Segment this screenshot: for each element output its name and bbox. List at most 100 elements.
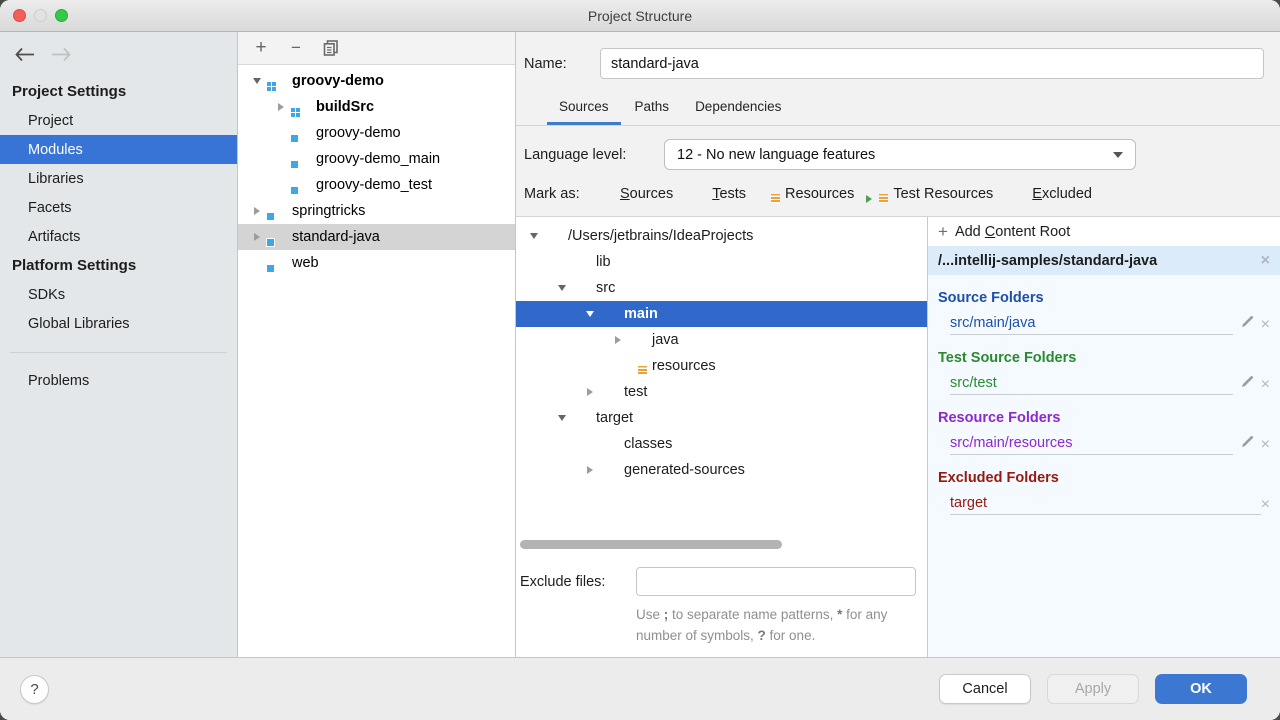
- ok-button[interactable]: OK: [1155, 674, 1247, 704]
- excluded-folder-icon: [572, 411, 589, 425]
- collapse-arrow-icon[interactable]: [552, 415, 572, 421]
- back-arrow-icon[interactable]: [14, 47, 36, 68]
- tree-row-target[interactable]: target: [516, 405, 927, 431]
- test-source-folder-row[interactable]: src/test: [950, 370, 1270, 395]
- excluded-folders-group: Excluded Folders target: [928, 466, 1280, 515]
- sidebar-item-facets[interactable]: Facets: [0, 193, 237, 222]
- tab-sources[interactable]: Sources: [546, 92, 622, 125]
- module-row-groovy-demo-main[interactable]: groovy-demo_main: [238, 146, 515, 172]
- mark-as-excluded[interactable]: Excluded: [1008, 186, 1092, 202]
- module-folder-icon: [267, 256, 285, 272]
- module-row-groovy-demo[interactable]: groovy-demo: [238, 120, 515, 146]
- apply-button: Apply: [1047, 674, 1139, 704]
- module-row-groovy-demo-test[interactable]: groovy-demo_test: [238, 172, 515, 198]
- cancel-button[interactable]: Cancel: [939, 674, 1031, 704]
- collapse-arrow-icon[interactable]: [552, 285, 572, 291]
- module-row-groovy-demo-root[interactable]: groovy-demo: [238, 68, 515, 94]
- excluded-folder-icon: [600, 463, 617, 477]
- excluded-folders-header: Excluded Folders: [938, 469, 1059, 486]
- resource-folder-row[interactable]: src/main/resources: [950, 430, 1270, 455]
- mark-as-test-resources[interactable]: Test Resources: [866, 186, 993, 203]
- tree-row-src[interactable]: src: [516, 275, 927, 301]
- minus-icon[interactable]: [288, 40, 304, 56]
- module-folder-icon: [291, 126, 309, 142]
- sidebar-item-problems[interactable]: Problems: [0, 366, 237, 395]
- forward-arrow-icon: [50, 47, 72, 68]
- settings-sidebar: Project Settings Project Modules Librari…: [0, 32, 238, 657]
- collapse-arrow-icon[interactable]: [580, 311, 600, 317]
- exclude-files-input[interactable]: [636, 567, 916, 597]
- folder-icon: [572, 281, 589, 295]
- add-content-root-button[interactable]: Add Content Root: [928, 217, 1280, 246]
- sidebar-item-modules[interactable]: Modules: [0, 135, 237, 164]
- expand-arrow-icon[interactable]: [246, 207, 268, 215]
- folder-icon: [600, 307, 617, 321]
- sidebar-item-sdks[interactable]: SDKs: [0, 280, 237, 309]
- remove-folder-icon[interactable]: [1261, 377, 1270, 393]
- content-root-row[interactable]: /...intellij-samples/standard-java: [928, 246, 1280, 275]
- module-name-input[interactable]: [600, 48, 1264, 79]
- folder-icon: [572, 255, 589, 269]
- sidebar-item-libraries[interactable]: Libraries: [0, 164, 237, 193]
- chevron-down-icon: [1113, 151, 1123, 158]
- sidebar-item-project[interactable]: Project: [0, 106, 237, 135]
- module-row-web[interactable]: web: [238, 250, 515, 276]
- tree-row-resources[interactable]: resources: [516, 353, 927, 379]
- help-button[interactable]: ?: [20, 674, 49, 704]
- tree-row-classes[interactable]: classes: [516, 431, 927, 457]
- expand-arrow-icon[interactable]: [580, 466, 600, 474]
- mark-as-tests[interactable]: Tests: [688, 186, 746, 202]
- module-row-standard-java[interactable]: standard-java: [238, 224, 515, 250]
- exclude-files-hint: Use ; to separate name patterns, * for a…: [636, 607, 888, 644]
- source-folder-row[interactable]: src/main/java: [950, 310, 1270, 335]
- remove-folder-icon[interactable]: [1261, 497, 1270, 513]
- copy-icon[interactable]: [323, 40, 339, 56]
- mark-as-resources[interactable]: Resources: [761, 186, 854, 203]
- edit-pencil-icon[interactable]: [1241, 315, 1254, 332]
- remove-folder-icon[interactable]: [1261, 437, 1270, 453]
- remove-folder-icon[interactable]: [1261, 317, 1270, 333]
- module-row-buildsrc[interactable]: buildSrc: [238, 94, 515, 120]
- module-row-springtricks[interactable]: springtricks: [238, 198, 515, 224]
- tab-paths[interactable]: Paths: [622, 92, 683, 125]
- expand-arrow-icon[interactable]: [246, 233, 268, 241]
- test-folder-icon: [600, 385, 617, 399]
- collapse-arrow-icon[interactable]: [524, 233, 544, 239]
- content-tree-panel: /Users/jetbrains/IdeaProjects lib src ma…: [516, 217, 928, 657]
- expand-arrow-icon[interactable]: [270, 103, 292, 111]
- resources-folder-icon: [628, 359, 647, 375]
- source-folders-header: Source Folders: [938, 289, 1044, 306]
- sidebar-item-global-libraries[interactable]: Global Libraries: [0, 309, 237, 338]
- excluded-folder-row[interactable]: target: [950, 490, 1270, 515]
- tree-row-test[interactable]: test: [516, 379, 927, 405]
- zoom-button[interactable]: [55, 9, 68, 22]
- project-structure-dialog: Project Structure Project Settings Proje…: [0, 0, 1280, 720]
- edit-pencil-icon[interactable]: [1241, 435, 1254, 452]
- gradle-module-folder-icon: [267, 74, 285, 91]
- tree-row-java[interactable]: java: [516, 327, 927, 353]
- tree-row-main[interactable]: main: [516, 301, 927, 327]
- tab-dependencies[interactable]: Dependencies: [682, 92, 794, 125]
- edit-pencil-icon[interactable]: [1241, 375, 1254, 392]
- tree-row-lib[interactable]: lib: [516, 249, 927, 275]
- remove-content-root-icon[interactable]: [1261, 253, 1270, 269]
- modules-tree: groovy-demo buildSrc groovy-demo groovy-…: [238, 65, 515, 657]
- minimize-button[interactable]: [34, 9, 47, 22]
- plus-icon[interactable]: [253, 40, 269, 56]
- horizontal-scrollbar[interactable]: [520, 540, 782, 550]
- sources-folder-icon: [596, 187, 613, 201]
- module-folder-icon: [267, 230, 285, 246]
- traffic-lights: [13, 0, 68, 31]
- mark-as-sources[interactable]: Sources: [596, 186, 673, 202]
- expand-arrow-icon[interactable]: [580, 388, 600, 396]
- plus-icon: [938, 222, 948, 242]
- platform-settings-header: Platform Settings: [12, 257, 137, 274]
- tree-row-generated-sources[interactable]: generated-sources: [516, 457, 927, 483]
- expand-arrow-icon[interactable]: [608, 336, 628, 344]
- exclude-files-label: Exclude files:: [520, 573, 606, 590]
- close-button[interactable]: [13, 9, 26, 22]
- sidebar-item-artifacts[interactable]: Artifacts: [0, 222, 237, 251]
- tree-row-root[interactable]: /Users/jetbrains/IdeaProjects: [516, 223, 927, 249]
- collapse-arrow-icon[interactable]: [246, 78, 268, 84]
- language-level-dropdown[interactable]: 12 - No new language features: [664, 139, 1136, 170]
